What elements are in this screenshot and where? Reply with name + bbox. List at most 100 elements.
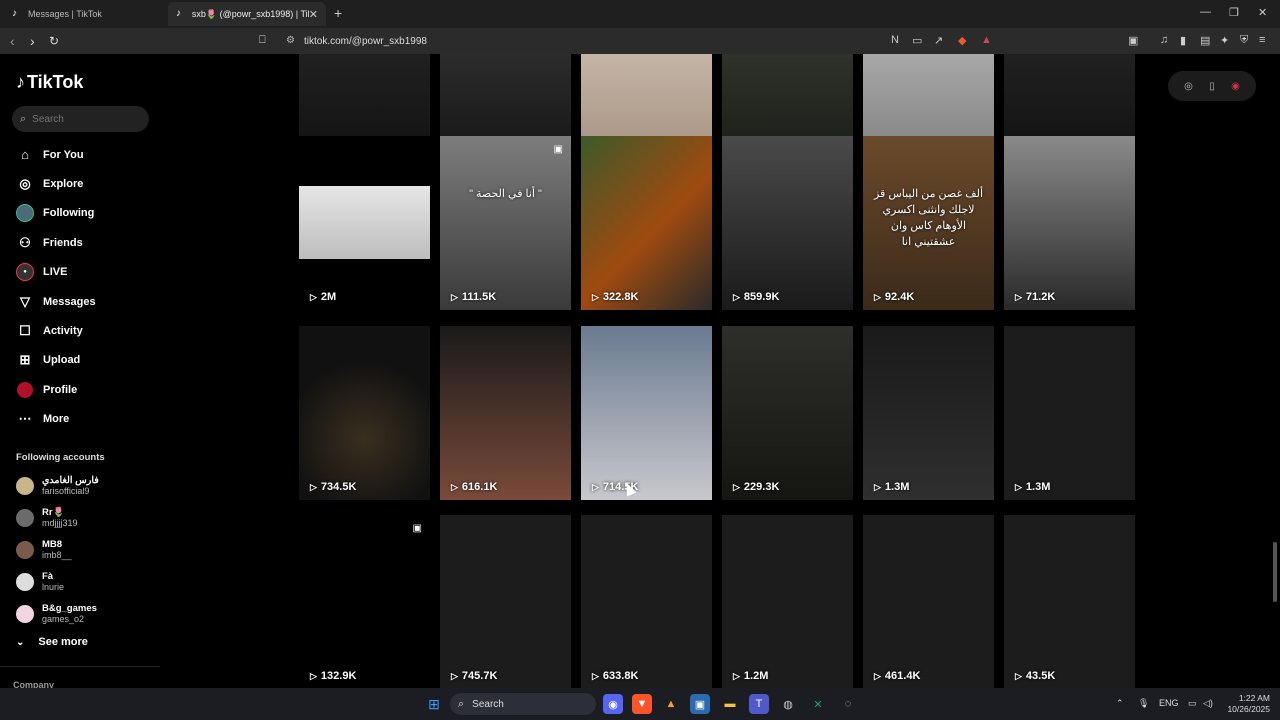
app-icon[interactable]: ◌ — [838, 694, 858, 714]
address-bar[interactable]: ⚙ tiktok.com/@powr_sxb1998 — [278, 31, 998, 51]
messages-icon: ▽ — [20, 293, 30, 309]
profile-icon[interactable]: ◉ — [1231, 81, 1240, 92]
tiktok-logo[interactable]: ♪ TikTok — [16, 72, 83, 93]
url-text[interactable]: tiktok.com/@powr_sxb1998 — [304, 36, 427, 47]
bookmark-icon[interactable]: ⎕ — [259, 34, 266, 47]
following-account[interactable]: Fà lnurie — [16, 566, 99, 598]
video-card[interactable]: ▷ 461.4K — [863, 515, 994, 688]
file-explorer-icon[interactable]: ▬ — [720, 694, 740, 714]
video-card[interactable]: ▷ 745.7K — [440, 515, 571, 688]
close-tab-icon[interactable]: ✕ — [309, 8, 318, 21]
forward-icon[interactable]: › — [30, 33, 35, 49]
view-count-text: 745.7K — [461, 670, 498, 682]
menu-icon[interactable]: ≡ — [1259, 34, 1265, 46]
video-card[interactable]: ▷ 1.3M — [863, 326, 994, 500]
cast-icon[interactable]: ▭ — [912, 34, 922, 47]
video-card[interactable]: ▷ 71.2K — [1004, 136, 1135, 310]
video-card[interactable]: ▷ 1.2M — [722, 515, 853, 688]
volume-icon[interactable]: ◁) — [1203, 698, 1213, 709]
play-icon: ▷ — [592, 481, 599, 492]
brave-shield-icon[interactable]: ◆ — [958, 34, 966, 47]
tab-messages[interactable]: ♪ Messages | TikTok — [4, 2, 166, 26]
video-card[interactable]: ▣ ▷ 132.9K — [299, 515, 430, 688]
tray-chevron-icon[interactable]: ⌃ — [1116, 698, 1124, 709]
nav-for-you[interactable]: ⌂ For You — [0, 140, 160, 169]
vpn-icon[interactable]: ⛨ — [1240, 34, 1248, 47]
video-card[interactable]: ▷ 859.9K — [722, 136, 853, 310]
browser-tabbar: ♪ Messages | TikTok ♪ sxb🌷 (@powr_sxb199… — [0, 0, 1280, 28]
discord-icon[interactable]: ◉ — [603, 694, 623, 714]
nav-explore[interactable]: ◎ Explore — [0, 169, 160, 198]
wallet-icon[interactable]: ▤ — [1200, 34, 1210, 47]
video-thumbnail — [581, 136, 712, 310]
following-account[interactable]: B&g_games games_o2 — [16, 598, 99, 630]
reload-icon[interactable]: ↻ — [49, 34, 59, 48]
video-card[interactable]: ▷ 734.5K — [299, 326, 430, 500]
video-card[interactable]: ألف غصن من اليباس قز لاجلك وانثنى اكسري … — [863, 136, 994, 310]
video-card[interactable]: ▷ 322.8K — [581, 136, 712, 310]
nav-live[interactable]: ● LIVE — [0, 258, 160, 287]
site-info-icon[interactable]: ⚙ — [286, 35, 295, 46]
taskbar-search[interactable]: ⌕ Search — [450, 693, 596, 715]
tab-profile[interactable]: ♪ sxb🌷 (@powr_sxb1998) | TikTok ✕ — [168, 2, 326, 26]
video-card[interactable]: " أنا في الحصة " ▣ ▷ 111.5K — [440, 136, 571, 310]
floating-controls: ◎ ▯ ◉ — [1168, 71, 1256, 101]
view-count: ▷ 71.2K — [1015, 291, 1055, 303]
video-card[interactable]: ▷ 633.8K — [581, 515, 712, 688]
search-box[interactable]: ⌕ — [12, 106, 149, 132]
account-name: B&g_games — [42, 603, 97, 614]
nav-profile[interactable]: Profile — [0, 375, 160, 404]
brave-rewards-icon[interactable]: ▲ — [981, 34, 992, 46]
language-indicator[interactable]: ENG — [1159, 698, 1179, 708]
video-thumbnail — [299, 515, 430, 688]
leo-icon[interactable]: ✦ — [1220, 34, 1229, 47]
new-tab-button[interactable]: + — [334, 5, 342, 21]
network-icon[interactable]: ▭ — [1188, 698, 1197, 709]
nav-upload[interactable]: ⊞ Upload — [0, 346, 160, 375]
following-account[interactable]: Rr🌷 mdjjjj319 — [16, 502, 99, 534]
video-card[interactable]: ▷ 43.5K — [1004, 515, 1135, 688]
app-icon[interactable]: ▲ — [661, 694, 681, 714]
sidebar-toggle-icon[interactable]: ▣ — [1128, 34, 1138, 47]
see-more-button[interactable]: ⌄ See more — [16, 636, 88, 648]
video-card[interactable]: ▷ 714.5K — [581, 326, 712, 500]
microphone-icon[interactable]: 🎙 — [1138, 698, 1149, 709]
view-count: ▷ 1.3M — [874, 481, 909, 493]
play-icon: ▷ — [874, 670, 881, 681]
following-account[interactable]: MB8 imb8__ — [16, 534, 99, 566]
nav-friends[interactable]: ⚇ Friends — [0, 228, 160, 257]
media-icon[interactable]: ♫ — [1160, 34, 1168, 46]
steam-icon[interactable]: ◍ — [778, 694, 798, 714]
video-card[interactable]: ▷ 2M — [299, 136, 430, 310]
windows-start-icon[interactable]: ⊞ — [424, 694, 444, 714]
video-card[interactable]: ▷ 229.3K — [722, 326, 853, 500]
nav-activity[interactable]: ☐ Activity — [0, 316, 160, 345]
restore-icon[interactable]: ❐ — [1229, 6, 1239, 19]
scrollbar[interactable] — [1273, 542, 1277, 602]
following-account[interactable]: فارس الغامدي farisofficial9 — [16, 470, 99, 502]
brave-icon[interactable]: ▼ — [632, 694, 652, 714]
back-icon[interactable]: ‹ — [10, 33, 15, 49]
nav-label: Friends — [43, 236, 83, 249]
search-input[interactable] — [32, 113, 133, 125]
video-caption-overlay: ألف غصن من اليباس قز لاجلك وانثنى اكسري … — [873, 188, 984, 248]
system-clock[interactable]: 1:22 AM 10/26/2025 — [1222, 693, 1270, 715]
nav-following[interactable]: Following — [0, 199, 160, 228]
video-card[interactable]: ▷ 1.3M — [1004, 326, 1135, 500]
video-card[interactable]: ▷ 616.1K — [440, 326, 571, 500]
view-count-text: 616.1K — [461, 481, 498, 493]
compass-icon[interactable]: ◎ — [1184, 81, 1193, 92]
app-icon[interactable]: ▣ — [690, 694, 710, 714]
xbox-icon[interactable]: ✕ — [808, 694, 828, 714]
teams-icon[interactable]: T — [749, 694, 769, 714]
account-username: lnurie — [42, 582, 65, 592]
share-icon[interactable]: ↗ — [934, 34, 943, 47]
logo-text: TikTok — [27, 72, 84, 92]
close-window-icon[interactable]: ✕ — [1258, 6, 1267, 19]
nav-more[interactable]: ⋯ More — [0, 405, 160, 434]
phone-icon[interactable]: ▯ — [1209, 81, 1215, 92]
translate-icon[interactable]: N — [891, 34, 899, 46]
nav-messages[interactable]: ▽ Messages — [0, 287, 160, 316]
panel-icon[interactable]: ▮ — [1180, 34, 1186, 47]
minimize-icon[interactable]: — — [1200, 6, 1211, 18]
